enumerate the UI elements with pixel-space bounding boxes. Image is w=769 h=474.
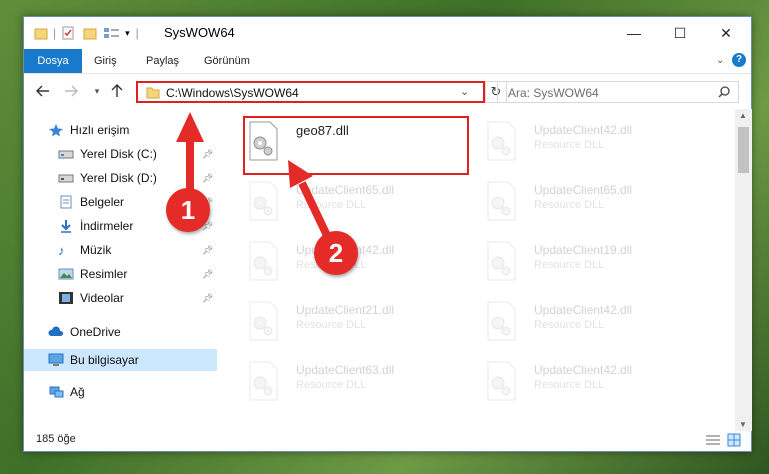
step-marker-1: 1 bbox=[166, 188, 210, 232]
annotation-arrows bbox=[176, 112, 336, 248]
step-marker-2: 2 bbox=[314, 231, 358, 275]
